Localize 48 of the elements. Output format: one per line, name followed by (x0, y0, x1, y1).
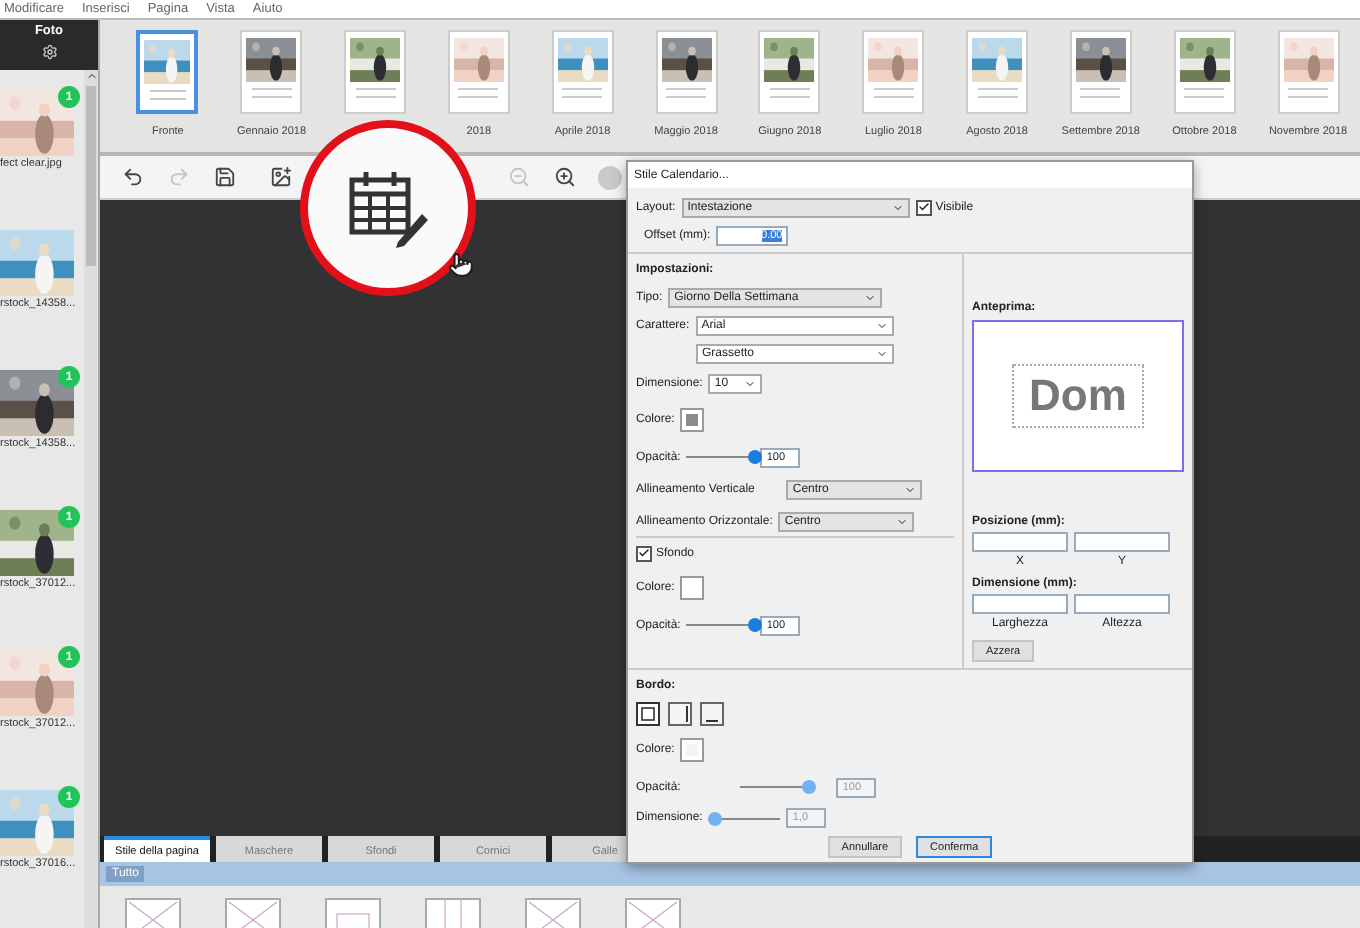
number-field[interactable] (972, 594, 1068, 614)
color-swatch[interactable] (680, 408, 705, 432)
opacity-slider[interactable] (708, 811, 781, 825)
number-field[interactable] (1074, 532, 1170, 552)
caret-icon (876, 347, 888, 359)
square-icon (638, 704, 658, 724)
calendar-page-thumbnail[interactable] (344, 30, 407, 114)
number-field[interactable] (1074, 594, 1170, 614)
calendar-page-thumbnail[interactable] (1277, 30, 1340, 114)
settings-icon[interactable] (41, 44, 57, 60)
number-field[interactable] (972, 532, 1068, 552)
checkbox-box[interactable] (636, 545, 652, 561)
caret-icon (891, 201, 904, 213)
caret-icon (896, 515, 909, 527)
opacity-slider[interactable] (740, 780, 813, 794)
calendar-page-thumbnail[interactable] (966, 30, 1029, 114)
slider-thumb[interactable] (747, 450, 762, 464)
check-icon (638, 546, 650, 560)
checkbox-box[interactable] (915, 199, 932, 215)
bottom-line-icon (706, 720, 718, 722)
color-swatch[interactable] (680, 575, 705, 599)
calendar-page-thumbnail[interactable] (240, 30, 303, 114)
calendar-page-thumbnail[interactable] (862, 30, 925, 114)
calendar-page-thumbnail[interactable] (1069, 30, 1132, 114)
check-icon (917, 200, 930, 214)
caret-icon (744, 377, 757, 389)
border-style-button[interactable] (700, 702, 724, 726)
calendar-page-thumbnail[interactable] (136, 30, 199, 114)
calendar-edit-icon (346, 166, 430, 250)
scroll-up-icon[interactable] (85, 70, 97, 82)
calendar-page-thumbnail[interactable] (551, 30, 614, 114)
calendar-page-thumbnail[interactable] (1173, 30, 1236, 114)
color-swatch[interactable] (680, 738, 705, 762)
calendar-page-thumbnail[interactable] (758, 30, 821, 114)
caret-icon (864, 291, 877, 303)
scrollbar[interactable] (84, 70, 98, 928)
vertical-line-icon (685, 706, 687, 722)
image-add-icon[interactable] (266, 163, 294, 191)
calendar-page-thumbnail[interactable] (447, 30, 510, 114)
zoom-in-icon[interactable] (550, 163, 578, 191)
calendar-page-thumbnail[interactable] (655, 30, 718, 114)
save-icon[interactable] (210, 163, 238, 191)
preview-text: Dom (1011, 364, 1145, 428)
caret-icon (875, 320, 888, 332)
border-style-button[interactable] (636, 702, 660, 726)
slider-thumb[interactable] (747, 618, 762, 632)
caret-icon (904, 484, 917, 496)
border-style-button[interactable] (668, 702, 692, 726)
